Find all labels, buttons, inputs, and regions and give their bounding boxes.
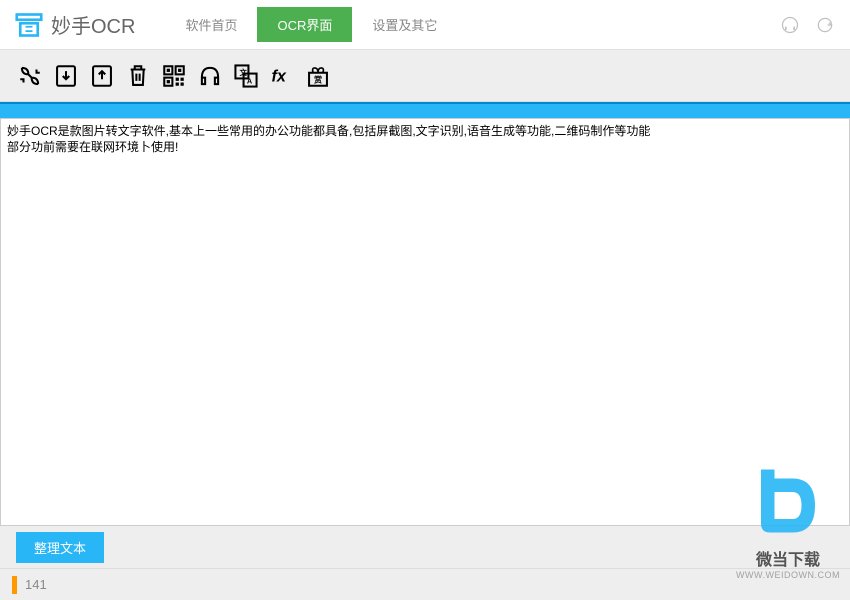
export-icon[interactable] <box>87 61 117 91</box>
translate-icon[interactable]: 文A <box>231 61 261 91</box>
header: 妙手OCR 软件首页 OCR界面 设置及其它 <box>0 0 850 50</box>
logo-icon <box>15 11 43 39</box>
toolbar: 文A fx 赏 <box>0 50 850 102</box>
content-textarea[interactable]: 妙手OCR是款图片转文字软件,基本上一些常用的办公功能都具备,包括屏截图,文字识… <box>0 118 850 526</box>
screenshot-icon[interactable] <box>15 61 45 91</box>
delete-icon[interactable] <box>123 61 153 91</box>
organize-text-button[interactable]: 整理文本 <box>16 532 104 563</box>
headphones-icon[interactable] <box>780 15 800 35</box>
qrcode-icon[interactable] <box>159 61 189 91</box>
separator-bar <box>0 102 850 118</box>
tab-ocr[interactable]: OCR界面 <box>257 7 352 42</box>
app-name: 妙手OCR <box>51 10 135 39</box>
tab-home[interactable]: 软件首页 <box>165 7 257 42</box>
fx-icon[interactable]: fx <box>267 61 297 91</box>
refresh-icon[interactable] <box>815 15 835 35</box>
status-value: 141 <box>25 577 47 592</box>
headphones-tool-icon[interactable] <box>195 61 225 91</box>
svg-text:赏: 赏 <box>314 74 322 84</box>
status-indicator <box>12 576 17 594</box>
svg-text:fx: fx <box>271 67 286 85</box>
status-bar: 141 <box>0 568 850 600</box>
reward-icon[interactable]: 赏 <box>303 61 333 91</box>
nav-tabs: 软件首页 OCR界面 设置及其它 <box>165 7 457 42</box>
bottom-bar: 整理文本 <box>0 526 850 568</box>
tab-settings[interactable]: 设置及其它 <box>352 7 457 42</box>
app-logo: 妙手OCR <box>15 10 135 39</box>
import-icon[interactable] <box>51 61 81 91</box>
content-text: 妙手OCR是款图片转文字软件,基本上一些常用的办公功能都具备,包括屏截图,文字识… <box>7 124 650 154</box>
svg-text:A: A <box>247 76 253 85</box>
